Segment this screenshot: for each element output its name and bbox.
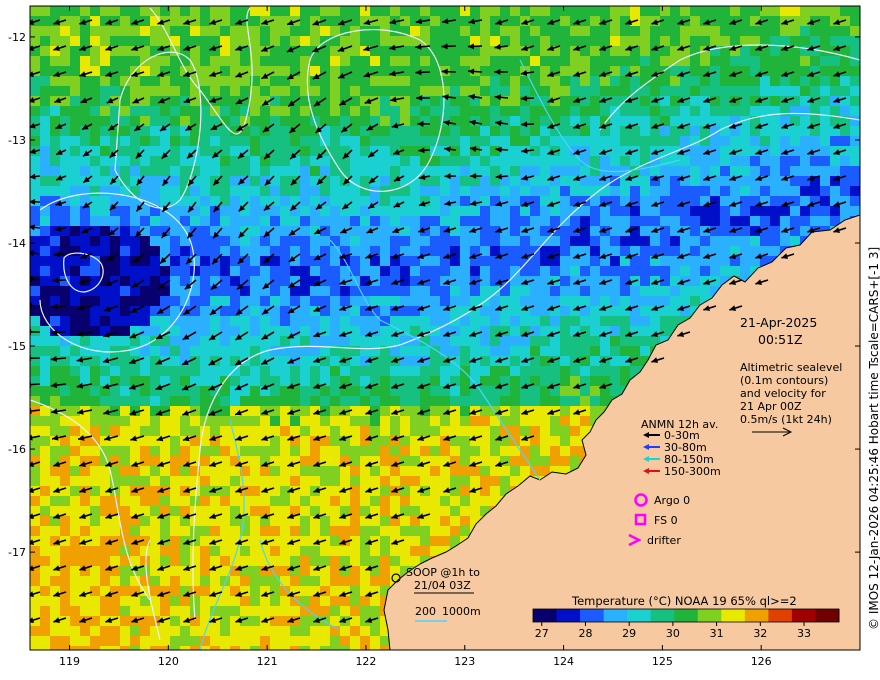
colorbar-tick-label: 28: [578, 627, 592, 640]
colorbar-swatch: [791, 609, 816, 622]
lon-tick-label: 119: [59, 655, 80, 668]
colorbar-swatch: [627, 609, 652, 622]
colorbar-swatch: [650, 609, 675, 622]
lat-tick-label: -13: [8, 134, 26, 147]
colorbar-swatch: [744, 609, 769, 622]
anmn-item-label: 150-300m: [664, 465, 721, 478]
depth-1000-label: 1000m: [442, 605, 481, 618]
drifter-label: drifter: [647, 534, 681, 547]
info-date: 21-Apr-2025: [740, 315, 817, 330]
colorbar-title: Temperature (°C) NOAA 19 65% ql>=2: [571, 594, 797, 608]
colorbar-swatch: [556, 609, 581, 622]
info-time: 00:51Z: [758, 332, 803, 347]
colorbar-tick-label: 31: [710, 627, 724, 640]
soop-line-2: 21/04 03Z: [414, 579, 471, 592]
lat-tick-label: -15: [8, 340, 26, 353]
soop-line-1: SOOP @1h to: [406, 566, 480, 579]
lat-tick-label: -12: [8, 31, 26, 44]
colorbar-swatch: [768, 609, 793, 622]
lon-tick-label: 124: [553, 655, 574, 668]
argo-label: Argo 0: [654, 494, 690, 507]
lat-tick-label: -17: [8, 546, 26, 559]
colorbar-swatch: [533, 609, 558, 622]
lon-tick-label: 122: [355, 655, 376, 668]
lat-tick-label: -14: [8, 237, 26, 250]
sst-field: [30, 6, 860, 650]
fs-label: FS 0: [654, 514, 678, 527]
map-figure: 119 120 121 122 123 124 125 126 -12 -13 -14 -15 -16 -…: [8, 5, 880, 668]
colorbar-tick-label: 32: [753, 627, 767, 640]
colorbar-tick-label: 29: [622, 627, 636, 640]
colorbar-tick-label: 27: [535, 627, 549, 640]
lon-tick-label: 120: [158, 655, 179, 668]
depth-200-label: 200: [415, 605, 436, 618]
colorbar-swatch: [580, 609, 605, 622]
colorbar-swatch: [697, 609, 722, 622]
altimetry-line-3: and velocity for: [740, 387, 826, 400]
colorbar-tick-label: 30: [666, 627, 680, 640]
colorbar-swatch: [674, 609, 699, 622]
colorbar-swatch: [603, 609, 628, 622]
credit-text: © IMOS 12-Jan-2026 04:25:46 Hobart time …: [867, 247, 880, 630]
lat-tick-label: -16: [8, 443, 26, 456]
colorbar-swatch: [721, 609, 746, 622]
lon-tick-label: 123: [454, 655, 475, 668]
colorbar-tick-label: 33: [797, 627, 811, 640]
lon-tick-label: 125: [652, 655, 673, 668]
altimetry-line-5: 0.5m/s (1kt 24h): [740, 413, 832, 426]
altimetry-line-4: 21 Apr 00Z: [740, 400, 802, 413]
altimetry-line-2: (0.1m contours): [740, 374, 828, 387]
lon-tick-label: 126: [751, 655, 772, 668]
colorbar-swatch: [815, 609, 840, 622]
lon-tick-label: 121: [257, 655, 278, 668]
altimetry-line-1: Altimetric sealevel: [740, 361, 842, 374]
